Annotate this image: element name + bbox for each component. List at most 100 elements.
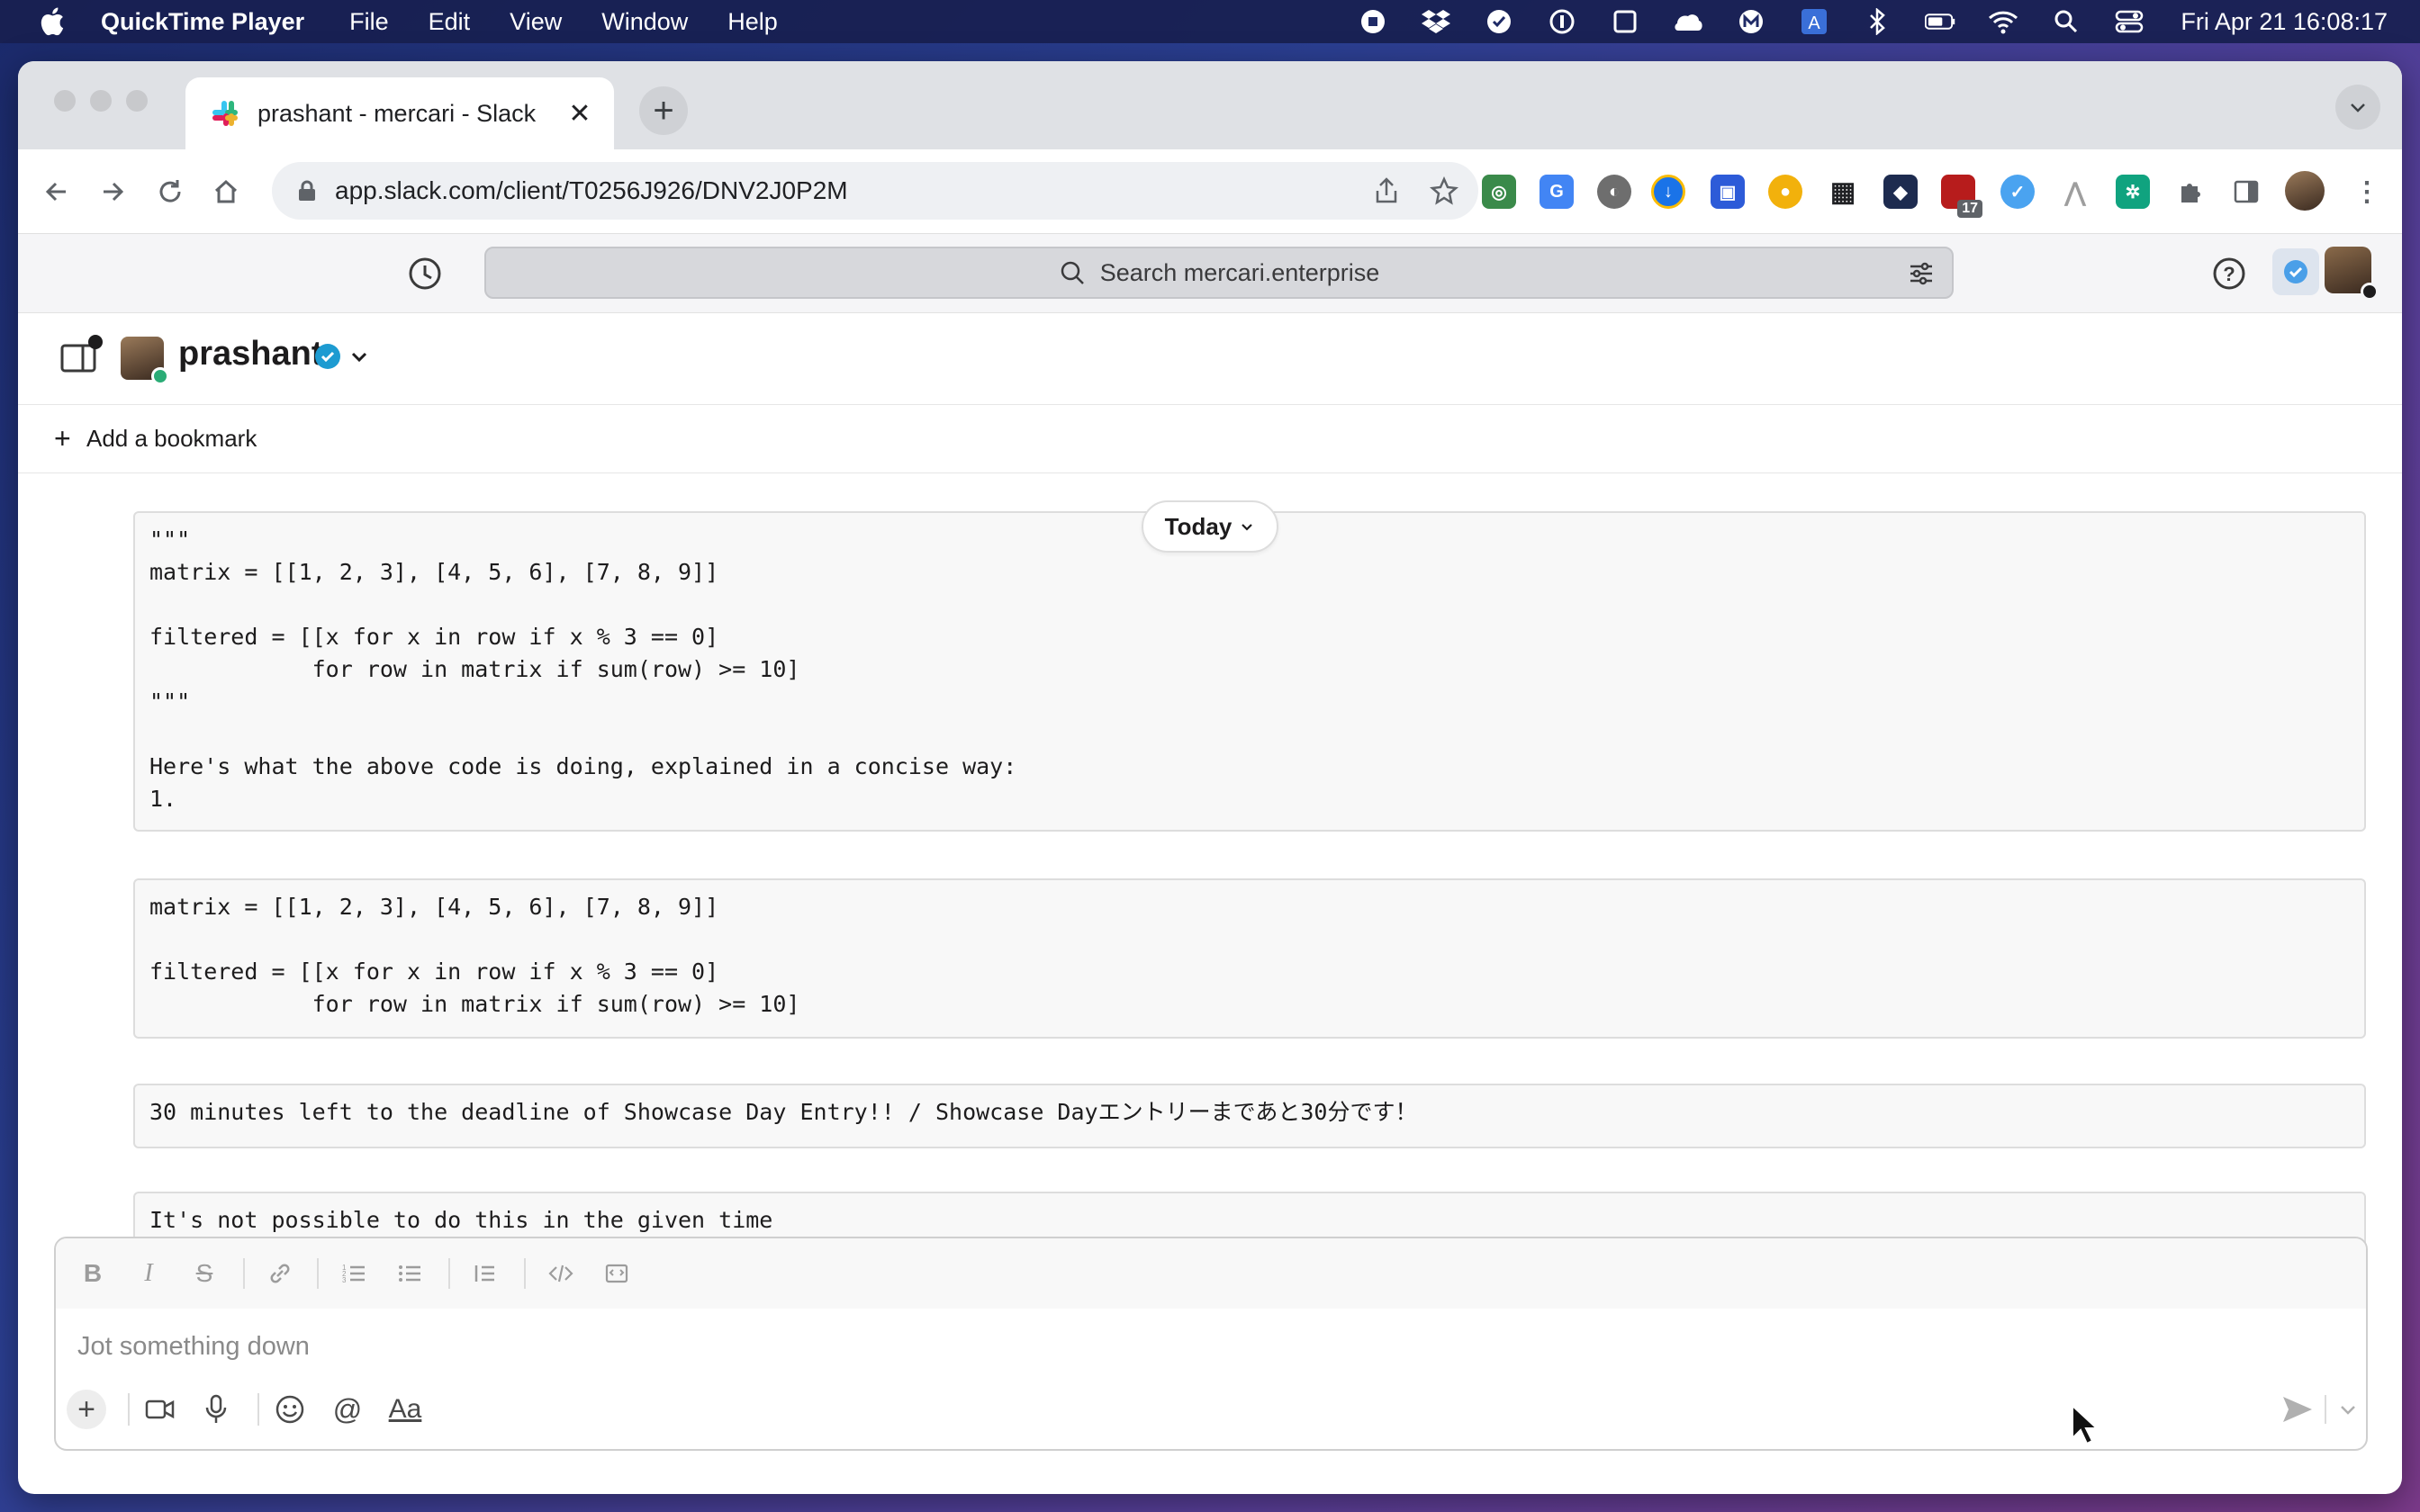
control-center-icon[interactable] — [2114, 6, 2145, 37]
back-button[interactable] — [36, 171, 77, 212]
browser-tab-active[interactable]: prashant - mercari - Slack ✕ — [185, 77, 614, 149]
extension-icon-8[interactable]: ◆ — [1883, 175, 1918, 209]
window-icon[interactable] — [1610, 6, 1640, 37]
dropbox-icon[interactable] — [1421, 6, 1451, 37]
reload-button[interactable] — [149, 171, 191, 212]
menu-edit[interactable]: Edit — [429, 8, 471, 36]
side-panel-icon[interactable] — [2229, 175, 2263, 209]
chrome-menu-icon[interactable]: ⋮ — [2350, 175, 2384, 209]
extension-icon-4[interactable]: ↓ — [1651, 175, 1685, 209]
menu-file[interactable]: File — [349, 8, 389, 36]
tab-close-icon[interactable]: ✕ — [564, 97, 596, 130]
chrome-profile-avatar[interactable] — [2285, 171, 2325, 211]
code-icon[interactable] — [544, 1256, 578, 1291]
bullet-list-icon[interactable] — [393, 1256, 427, 1291]
toolbar-divider — [243, 1258, 245, 1289]
date-divider-label: Today — [1164, 512, 1233, 540]
verified-check-icon — [315, 344, 340, 369]
sidebar-toggle-button[interactable] — [59, 335, 103, 376]
browser-window: prashant - mercari - Slack ✕ + app.slack… — [18, 61, 2402, 1494]
menu-help[interactable]: Help — [727, 8, 778, 36]
menu-bar-clock[interactable]: Fri Apr 21 16:08:17 — [2181, 8, 2388, 36]
text-format-button[interactable]: Aa — [385, 1390, 425, 1429]
extension-icon-9[interactable]: 17 — [1941, 175, 1982, 218]
search-filter-icon[interactable] — [1907, 259, 1936, 288]
address-bar[interactable]: app.slack.com/client/T0256J926/DNV2J0P2M — [272, 162, 1478, 220]
window-zoom-button[interactable] — [126, 90, 148, 112]
video-clip-icon[interactable] — [140, 1390, 180, 1429]
grid-extension-icon[interactable]: ▦ — [1826, 175, 1860, 209]
verified-badge-icon — [2284, 260, 2307, 284]
toolbar-divider — [448, 1258, 450, 1289]
channel-avatar[interactable] — [121, 337, 169, 385]
chevron-down-icon[interactable] — [2335, 1397, 2361, 1422]
presence-indicator — [2361, 283, 2379, 301]
check-circle-icon[interactable] — [1484, 6, 1514, 37]
user-profile-avatar[interactable] — [2325, 247, 2379, 301]
reload-icon — [159, 180, 181, 202]
home-button[interactable] — [205, 171, 247, 212]
extension-icon-5[interactable]: ▣ — [1711, 175, 1745, 209]
browser-toolbar: app.slack.com/client/T0256J926/DNV2J0P2M… — [18, 149, 2402, 234]
chatgpt-extension-icon[interactable]: ✲ — [2116, 175, 2150, 209]
lock-icon[interactable] — [295, 179, 319, 202]
new-tab-button[interactable]: + — [639, 86, 688, 135]
spotlight-search-icon[interactable] — [2051, 6, 2081, 37]
extension-icon-1[interactable]: ◎ — [1482, 175, 1516, 209]
link-icon[interactable] — [263, 1256, 297, 1291]
extension-badge: 17 — [1957, 200, 1982, 218]
bluetooth-icon[interactable] — [1862, 6, 1892, 37]
input-method-icon[interactable]: A — [1799, 6, 1829, 37]
svg-text:?: ? — [2223, 263, 2235, 285]
share-icon[interactable] — [1372, 176, 1401, 205]
help-icon[interactable]: ? — [2209, 254, 2249, 293]
channel-name[interactable]: prashant — [178, 335, 322, 374]
emoji-icon[interactable] — [270, 1390, 310, 1429]
slack-search-bar[interactable]: Search mercari.enterprise — [484, 247, 1954, 299]
add-bookmark-button[interactable]: Add a bookmark — [86, 425, 257, 453]
strikethrough-icon[interactable]: S — [187, 1256, 221, 1291]
extension-icon-3[interactable]: ◐ — [1597, 175, 1631, 209]
status-button[interactable] — [2272, 248, 2319, 295]
ordered-list-icon[interactable]: 123 — [337, 1256, 371, 1291]
date-divider-today[interactable]: Today — [1142, 500, 1278, 553]
password-manager-icon[interactable] — [1547, 6, 1577, 37]
mail-app-icon[interactable] — [1736, 6, 1766, 37]
mention-icon[interactable]: @ — [328, 1390, 367, 1429]
apple-icon[interactable] — [38, 5, 70, 38]
window-minimize-button[interactable] — [90, 90, 112, 112]
window-close-button[interactable] — [54, 90, 76, 112]
record-stop-icon[interactable] — [1358, 6, 1388, 37]
microphone-extension-icon[interactable]: ● — [1768, 175, 1802, 209]
address-bar-url[interactable]: app.slack.com/client/T0256J926/DNV2J0P2M — [335, 176, 848, 205]
forward-button[interactable] — [92, 171, 133, 212]
cloud-app-icon[interactable] — [1673, 6, 1703, 37]
google-translate-icon[interactable]: G — [1540, 175, 1574, 209]
menu-window[interactable]: Window — [601, 8, 688, 36]
extensions-puzzle-icon[interactable] — [2173, 175, 2208, 209]
actions-divider — [257, 1393, 259, 1426]
menu-view[interactable]: View — [510, 8, 562, 36]
slack-top-bar: Search mercari.enterprise ? — [18, 234, 2402, 313]
extension-icon-11[interactable]: ⋀ — [2058, 175, 2092, 209]
microphone-icon[interactable] — [196, 1390, 236, 1429]
history-clock-icon[interactable] — [405, 254, 445, 293]
code-block-icon[interactable] — [600, 1256, 634, 1291]
online-status-icon — [151, 367, 169, 385]
attach-plus-button[interactable]: + — [67, 1390, 106, 1429]
battery-icon[interactable] — [1925, 6, 1955, 37]
bold-icon[interactable]: B — [76, 1256, 110, 1291]
wifi-icon[interactable] — [1988, 6, 2018, 37]
chevron-down-icon[interactable] — [348, 346, 371, 369]
blockquote-icon[interactable] — [468, 1256, 502, 1291]
italic-icon[interactable]: I — [131, 1256, 166, 1291]
tab-search-button[interactable] — [2335, 85, 2380, 130]
svg-text:3: 3 — [342, 1276, 347, 1284]
svg-text:A: A — [1809, 14, 1821, 33]
menu-app-name[interactable]: QuickTime Player — [101, 8, 304, 36]
send-icon[interactable] — [2280, 1391, 2316, 1427]
bookmark-star-icon[interactable] — [1430, 176, 1458, 205]
add-bookmark-plus-icon[interactable]: + — [54, 422, 81, 455]
message-input[interactable] — [77, 1327, 2328, 1366]
extension-icon-10[interactable]: ✓ — [2000, 175, 2035, 209]
